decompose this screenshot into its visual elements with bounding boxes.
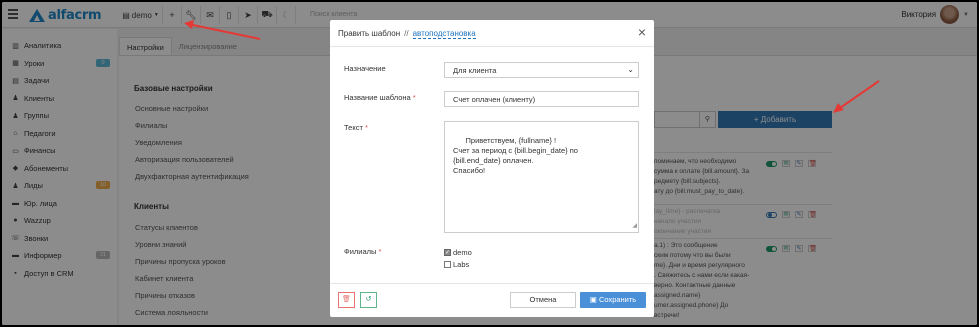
text-label: Текст * xyxy=(344,123,368,132)
template-name-label: Название шаблона * xyxy=(344,93,416,102)
restore-button[interactable]: ↺ xyxy=(360,292,377,308)
template-name-input[interactable]: Счет оплачен (клиенту) xyxy=(444,91,639,107)
cancel-button[interactable]: Отмена xyxy=(510,292,576,308)
dialog-footer: 🗑︎ ↺ Отмена ▣ Сохранить xyxy=(330,283,654,317)
dialog-title: Править шаблон//автоподстановка xyxy=(338,29,476,39)
checkbox-unchecked[interactable] xyxy=(444,261,451,268)
save-button[interactable]: ▣ Сохранить xyxy=(580,292,646,308)
edit-template-dialog: Править шаблон//автоподстановка × Назнач… xyxy=(330,20,654,317)
branches-label: Филиалы * xyxy=(344,247,382,256)
chevron-down-icon: ⌄ xyxy=(627,65,634,74)
purpose-select[interactable]: Для клиента ⌄ xyxy=(444,62,639,78)
resize-handle-icon[interactable]: ◢ xyxy=(632,221,637,231)
branch-checkbox-labs[interactable]: Labs xyxy=(444,260,469,269)
dialog-header: Править шаблон//автоподстановка × xyxy=(330,20,654,47)
branch-checkbox-demo[interactable]: ✓ demo xyxy=(444,248,472,257)
delete-button[interactable]: 🗑︎ xyxy=(338,292,355,308)
template-text-area[interactable]: Приветствуем, {fullname} ! Счет за перио… xyxy=(444,121,639,233)
floppy-icon: ▣ xyxy=(589,295,599,304)
checkbox-checked[interactable]: ✓ xyxy=(444,249,451,256)
app-window: alfacrm ▤ demo ▼ + 🔧︎ ✉ ▯ ➤ ⛟ ☾ Поиск кл… xyxy=(2,2,977,325)
purpose-label: Назначение xyxy=(344,64,386,73)
autosubstitution-link[interactable]: автоподстановка xyxy=(412,29,476,39)
close-icon[interactable]: × xyxy=(638,25,646,39)
